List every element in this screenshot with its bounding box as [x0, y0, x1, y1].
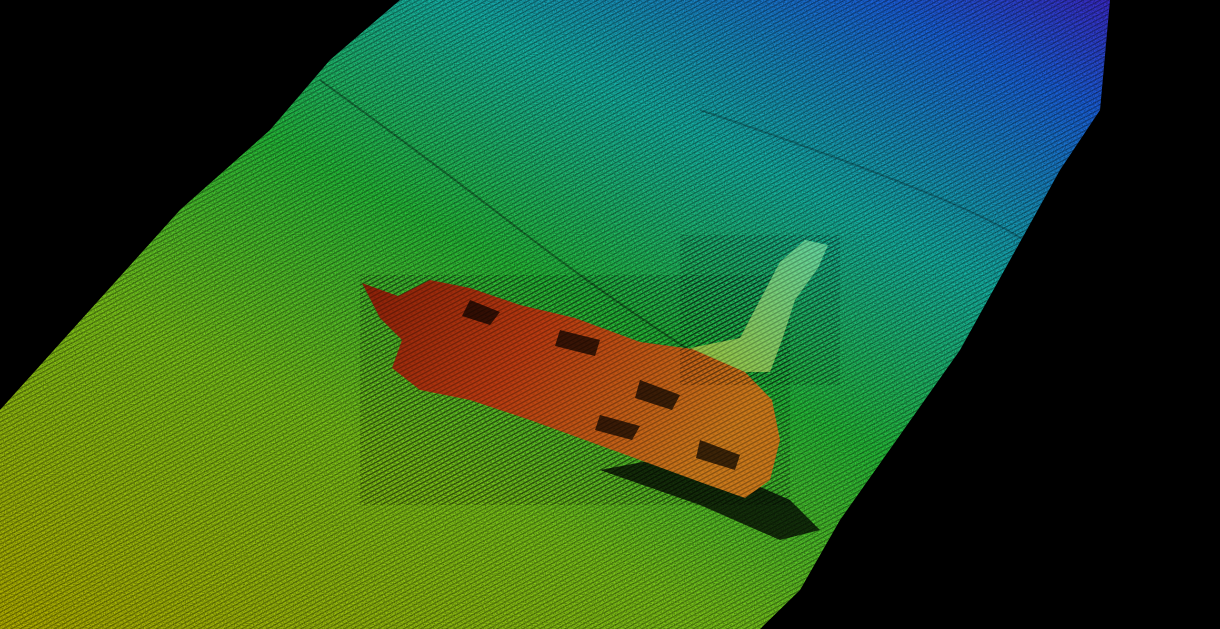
shipwreck [360, 235, 840, 505]
wreck-mast-texture [680, 235, 840, 385]
sonar-scene [0, 0, 1220, 629]
